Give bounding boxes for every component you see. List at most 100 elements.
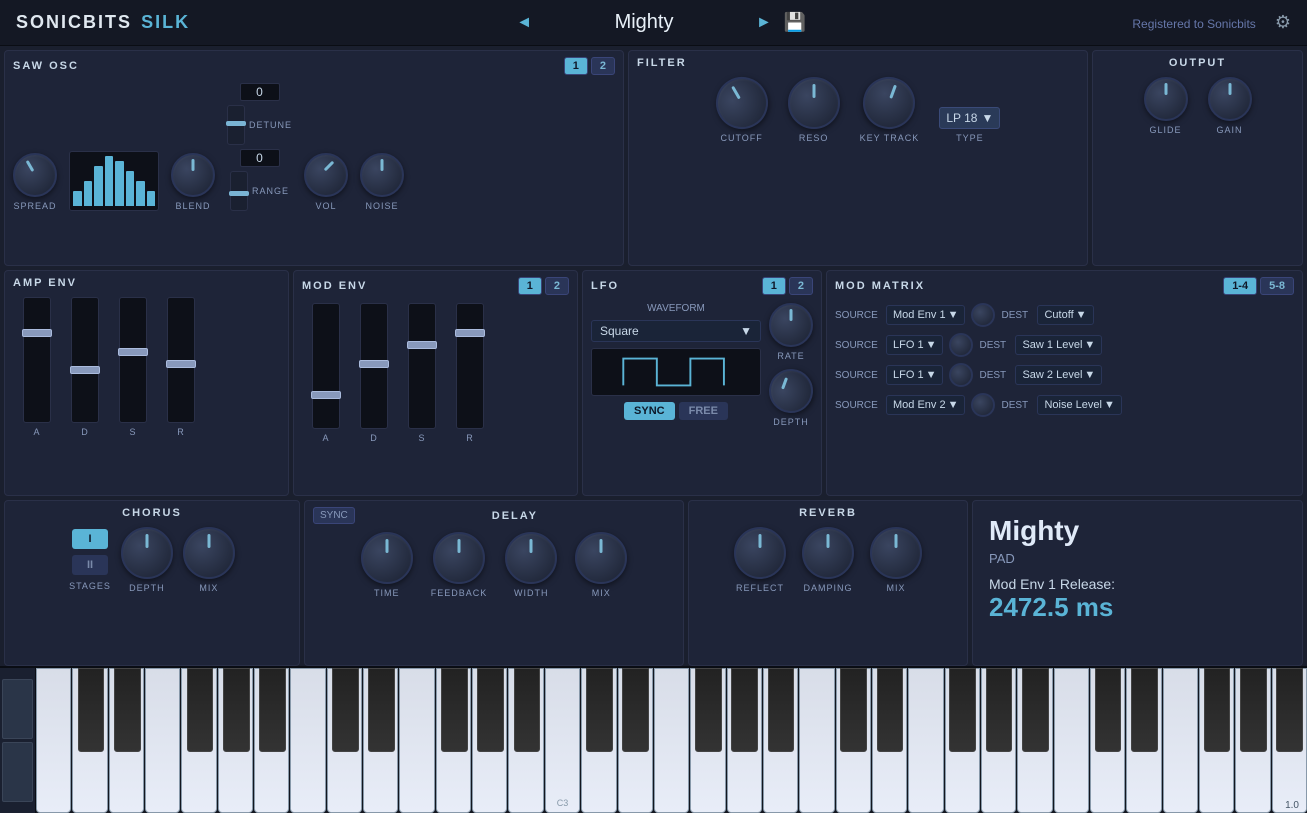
black-key-as5[interactable] [1276,668,1303,752]
black-key-ds2[interactable] [368,668,395,752]
matrix-dest-select-1[interactable]: Cutoff▼ [1037,305,1093,325]
range-slider[interactable] [230,171,248,211]
black-key-cs3[interactable] [586,668,613,752]
black-key-fs2[interactable] [441,668,468,752]
black-key-fs3[interactable] [695,668,722,752]
chorus-stage-i-button[interactable]: I [72,529,108,549]
white-key-8[interactable] [290,668,325,813]
settings-icon[interactable]: ⚙ [1275,12,1291,32]
white-key-22[interactable] [799,668,834,813]
amp-attack-slider[interactable] [23,297,51,423]
mod-sustain-slider[interactable] [408,303,436,429]
white-key-11[interactable] [399,668,434,813]
mod-decay-slider[interactable] [360,303,388,429]
cutoff-knob[interactable] [706,67,777,138]
black-key-as1[interactable] [259,668,286,752]
matrix-dest-select-4[interactable]: Noise Level▼ [1037,395,1121,415]
white-key-25[interactable] [908,668,943,813]
lfo-tab-1[interactable]: 1 [762,277,786,295]
matrix-source-select-4[interactable]: Mod Env 2▼ [886,395,965,415]
chorus-depth-knob[interactable] [121,527,173,579]
black-key-cs1[interactable] [78,668,105,752]
black-key-ds5[interactable] [1131,668,1158,752]
matrix-tab-58[interactable]: 5-8 [1260,277,1294,295]
delay-time-knob[interactable] [361,532,413,584]
matrix-amount-knob-4[interactable] [971,393,995,417]
lfo-sync-button[interactable]: SYNC [624,402,675,420]
preset-next-button[interactable]: ► [756,14,772,32]
filter-type-select[interactable]: LP 18 ▼ [939,107,1000,129]
delay-feedback-knob[interactable] [433,532,485,584]
matrix-source-select-1[interactable]: Mod Env 1▼ [886,305,965,325]
amp-sustain-slider[interactable] [119,297,147,423]
delay-mix-knob[interactable] [575,532,627,584]
reverb-mix-knob[interactable] [870,527,922,579]
black-key-ds1[interactable] [114,668,141,752]
black-key-fs4[interactable] [949,668,976,752]
detune-slider[interactable] [227,105,245,145]
black-key-as3[interactable] [768,668,795,752]
black-key-gs3[interactable] [731,668,758,752]
black-key-ds4[interactable] [877,668,904,752]
white-key-15[interactable]: C3 [545,668,580,813]
delay-width-knob[interactable] [505,532,557,584]
black-key-gs2[interactable] [477,668,504,752]
reverb-reflect-knob[interactable] [734,527,786,579]
keytrack-knob[interactable] [856,70,923,137]
preset-prev-button[interactable]: ◄ [516,14,532,32]
black-key-cs2[interactable] [332,668,359,752]
black-key-as4[interactable] [1022,668,1049,752]
black-key-gs4[interactable] [986,668,1013,752]
pitch-bend-down[interactable] [2,742,33,802]
saw-tab-1[interactable]: 1 [564,57,588,75]
black-key-cs5[interactable] [1095,668,1122,752]
black-key-fs5[interactable] [1204,668,1231,752]
lfo-tab-2[interactable]: 2 [789,277,813,295]
black-key-gs5[interactable] [1240,668,1267,752]
matrix-amount-knob-1[interactable] [971,303,995,327]
black-key-as2[interactable] [514,668,541,752]
spread-knob[interactable] [13,153,57,197]
chorus-mix-knob[interactable] [183,527,235,579]
saw-tab-2[interactable]: 2 [591,57,615,75]
matrix-dest-select-3[interactable]: Saw 2 Level▼ [1015,365,1102,385]
mod-tab-2[interactable]: 2 [545,277,569,295]
mod-attack-slider[interactable] [312,303,340,429]
noise-knob[interactable] [360,153,404,197]
lfo-depth-knob[interactable] [760,360,822,422]
lfo-rate-knob[interactable] [769,303,813,347]
amp-release-slider[interactable] [167,297,195,423]
preset-save-button[interactable]: 💾 [784,12,806,33]
blend-knob[interactable] [171,153,215,197]
vol-knob[interactable] [304,153,348,197]
glide-knob[interactable] [1144,77,1188,121]
delay-width-container: WIDTH [505,532,557,598]
reverb-damping-knob[interactable] [802,527,854,579]
matrix-source-select-2[interactable]: LFO 1▼ [886,335,943,355]
white-key-32[interactable] [1163,668,1198,813]
reverb-title: REVERB [799,507,857,519]
mod-release-slider[interactable] [456,303,484,429]
mod-tab-1[interactable]: 1 [518,277,542,295]
white-key-4[interactable] [145,668,180,813]
matrix-tab-14[interactable]: 1-4 [1223,277,1257,295]
lfo-free-button[interactable]: FREE [679,402,728,420]
matrix-amount-knob-3[interactable] [949,363,973,387]
white-key-18[interactable] [654,668,689,813]
gain-knob[interactable] [1208,77,1252,121]
matrix-dest-select-2[interactable]: Saw 1 Level▼ [1015,335,1102,355]
reso-knob[interactable] [788,77,840,129]
black-key-gs1[interactable] [223,668,250,752]
amp-decay-slider[interactable] [71,297,99,423]
black-key-cs4[interactable] [840,668,867,752]
black-key-ds3[interactable] [622,668,649,752]
white-key-1[interactable] [36,668,71,813]
matrix-source-select-3[interactable]: LFO 1▼ [886,365,943,385]
lfo-waveform-select[interactable]: Square ▼ [591,320,761,342]
black-key-fs1[interactable] [187,668,214,752]
matrix-amount-knob-2[interactable] [949,333,973,357]
white-key-29[interactable] [1054,668,1089,813]
chorus-stage-ii-button[interactable]: II [72,555,108,575]
pitch-bend-up[interactable] [2,679,33,739]
delay-sync-badge[interactable]: SYNC [313,507,355,524]
